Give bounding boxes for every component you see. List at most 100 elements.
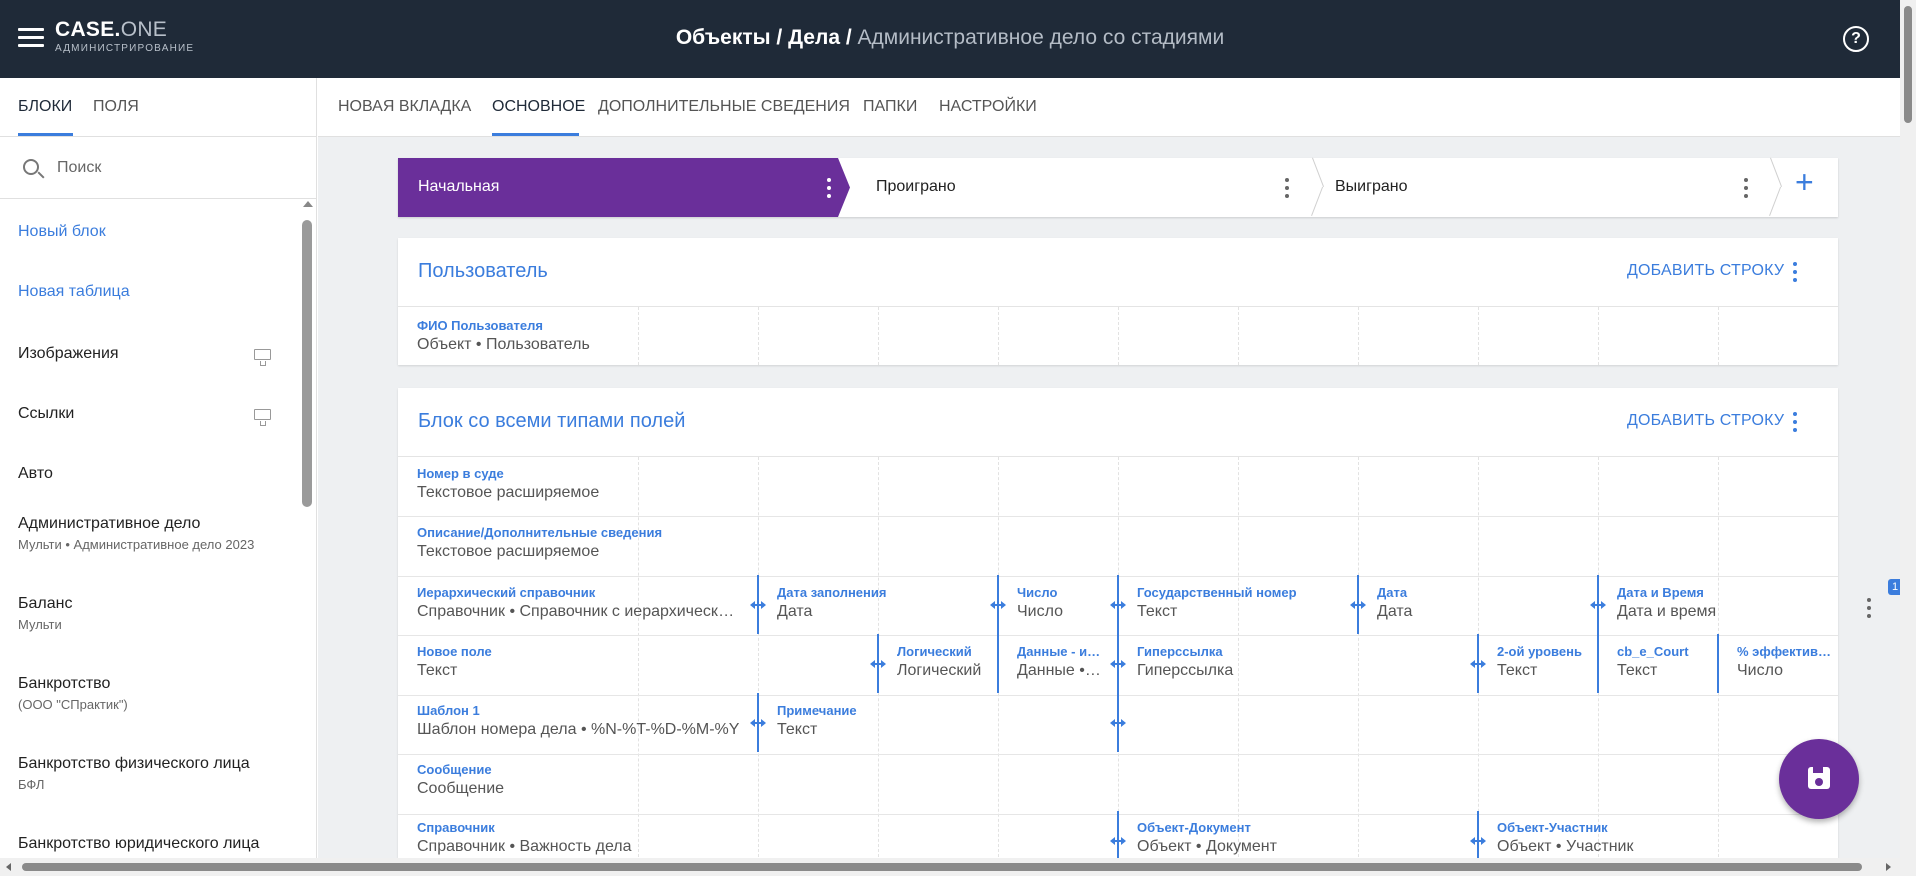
field-type: Текст <box>777 721 818 738</box>
tab-settings[interactable]: НАСТРОЙКИ <box>939 98 1037 116</box>
column-divider[interactable] <box>1717 634 1719 693</box>
resize-icon[interactable] <box>1110 718 1126 728</box>
field-cell[interactable]: Иерархический справочник Справочник • Сп… <box>417 585 742 621</box>
scroll-left-arrow-icon[interactable] <box>6 863 11 871</box>
field-type: Справочник • Важность дела <box>417 838 632 855</box>
page-vertical-scrollbar-thumb[interactable] <box>1904 6 1912 123</box>
tab-fields[interactable]: ПОЛЯ <box>93 98 139 116</box>
field-cell[interactable]: Дата заполнения Дата <box>777 585 987 621</box>
field-cell[interactable]: % эффективности Число <box>1737 644 1832 680</box>
resize-icon[interactable] <box>990 600 1006 610</box>
stage-menu-icon[interactable] <box>1285 178 1289 198</box>
breadcrumb-separator: / <box>770 26 789 49</box>
list-item-subtitle: (ООО "СПрактик") <box>18 697 128 712</box>
field-cell[interactable]: cb_e_Court Текст <box>1617 644 1712 680</box>
field-cell[interactable]: Число Число <box>1017 585 1112 621</box>
tab-folders[interactable]: ПАПКИ <box>863 98 917 116</box>
column-divider[interactable] <box>1117 811 1119 858</box>
field-cell[interactable]: Номер в суде Текстовое расширяемое <box>417 466 1117 502</box>
field-cell[interactable]: Объект-Участник Объект • Участник <box>1497 820 1827 856</box>
resize-icon[interactable] <box>1110 659 1126 669</box>
tab-main[interactable]: ОСНОВНОЕ <box>492 98 585 116</box>
list-item[interactable]: Новый блок <box>18 223 288 241</box>
save-button[interactable] <box>1779 739 1859 819</box>
column-divider[interactable] <box>1477 811 1479 858</box>
breadcrumb: Объекты / Дела / Административное дело с… <box>0 26 1900 50</box>
list-item[interactable]: Административное дело Мульти • Администр… <box>18 515 288 552</box>
block-menu-icon[interactable] <box>1793 262 1797 282</box>
field-cell[interactable]: ФИО Пользователя Объект • Пользователь <box>417 318 637 354</box>
resize-icon[interactable] <box>1110 836 1126 846</box>
add-stage-icon[interactable]: + <box>1795 166 1814 198</box>
list-item-title: Банкротство юридического лица <box>18 835 260 852</box>
resize-icon[interactable] <box>870 659 886 669</box>
block-menu-icon[interactable] <box>1793 412 1797 432</box>
tab-blocks[interactable]: БЛОКИ <box>18 98 72 116</box>
page-horizontal-scrollbar[interactable] <box>0 858 1900 876</box>
side-menu-icon[interactable] <box>1867 598 1871 618</box>
resize-icon[interactable] <box>1110 600 1126 610</box>
field-cell[interactable]: Государственный номер Текст <box>1137 585 1352 621</box>
field-cell[interactable]: Данные - из справочника Данные • Справоч… <box>1017 644 1105 680</box>
stage-menu-icon[interactable] <box>827 178 831 198</box>
stage-menu-icon[interactable] <box>1744 178 1748 198</box>
scroll-right-arrow-icon[interactable] <box>1886 863 1891 871</box>
breadcrumb-separator: / <box>840 26 858 49</box>
stage-label[interactable]: Проиграно <box>876 178 956 196</box>
field-cell[interactable]: Описание/Дополнительные сведения Текстов… <box>417 525 1117 561</box>
field-cell[interactable]: Примечание Текст <box>777 703 1107 739</box>
list-item[interactable]: Баланс Мульти <box>18 595 288 632</box>
field-cell[interactable]: Справочник Справочник • Важность дела <box>417 820 1107 856</box>
panel-scrollbar[interactable] <box>300 199 314 858</box>
list-item[interactable]: Изображения <box>18 345 288 366</box>
field-cell[interactable]: Дата и Время Дата и время <box>1617 585 1832 621</box>
search-input[interactable] <box>57 155 287 181</box>
column-divider[interactable] <box>997 634 999 693</box>
field-label: Данные - из справочника <box>1017 644 1105 659</box>
field-cell[interactable]: Гиперссылка Гиперссылка <box>1137 644 1467 680</box>
field-cell[interactable]: Объект-Документ Объект • Документ <box>1137 820 1467 856</box>
field-label: ФИО Пользователя <box>417 318 543 333</box>
field-type: Логический <box>897 662 982 679</box>
list-item[interactable]: Банкротство физического лица БФЛ <box>18 755 288 792</box>
field-cell[interactable]: Логический Логический <box>897 644 992 680</box>
page-horizontal-scrollbar-thumb[interactable] <box>22 863 1862 871</box>
list-item[interactable]: Авто <box>18 465 288 483</box>
field-type: Текстовое расширяемое <box>417 543 600 560</box>
resize-icon[interactable] <box>1350 600 1366 610</box>
panel-scrollbar-thumb[interactable] <box>302 220 312 507</box>
breadcrumb-objects[interactable]: Объекты <box>676 26 771 49</box>
help-icon[interactable]: ? <box>1843 26 1869 52</box>
resize-icon[interactable] <box>750 600 766 610</box>
resize-icon[interactable] <box>1470 659 1486 669</box>
tab-new[interactable]: НОВАЯ ВКЛАДКА <box>338 98 471 116</box>
field-cell[interactable]: 2-ой уровень Текст <box>1497 644 1592 680</box>
field-label: Объект-Участник <box>1497 820 1608 835</box>
field-type: Число <box>1017 603 1064 620</box>
field-label: Примечание <box>777 703 857 718</box>
stage-label[interactable]: Выиграно <box>1335 178 1407 196</box>
resize-icon[interactable] <box>750 718 766 728</box>
list-item[interactable]: Ссылки <box>18 405 288 426</box>
list-item[interactable]: Банкротство (ООО "СПрактик") <box>18 675 288 712</box>
page-vertical-scrollbar[interactable] <box>1900 0 1916 876</box>
add-row-button[interactable]: ДОБАВИТЬ СТРОКУ <box>1627 412 1784 430</box>
field-cell[interactable]: Шаблон 1 Шаблон номера дела • %N-%T-%D-%… <box>417 703 747 739</box>
tab-additional-info[interactable]: ДОПОЛНИТЕЛЬНЫЕ СВЕДЕНИЯ <box>598 98 850 116</box>
resize-icon[interactable] <box>1470 836 1486 846</box>
column-divider[interactable] <box>1597 634 1599 693</box>
field-label: Новое поле <box>417 644 492 659</box>
resize-icon[interactable] <box>1590 600 1606 610</box>
list-item[interactable]: Новая таблица <box>18 283 288 301</box>
scroll-up-arrow-icon[interactable] <box>303 201 313 207</box>
stage-separator <box>1770 158 1784 217</box>
add-row-button[interactable]: ДОБАВИТЬ СТРОКУ <box>1627 262 1784 280</box>
list-item-subtitle: Мульти <box>18 617 62 632</box>
list-item[interactable]: Банкротство юридического лица <box>18 835 288 853</box>
breadcrumb-current: Административное дело со стадиями <box>857 26 1225 49</box>
main-content: НОВАЯ ВКЛАДКА ОСНОВНОЕ ДОПОЛНИТЕЛЬНЫЕ СВ… <box>318 78 1900 858</box>
field-cell[interactable]: Сообщение Сообщение <box>417 762 1117 798</box>
field-cell[interactable]: Новое поле Текст <box>417 644 857 680</box>
field-cell[interactable]: Дата Дата <box>1377 585 1592 621</box>
breadcrumb-cases[interactable]: Дела <box>788 26 840 49</box>
